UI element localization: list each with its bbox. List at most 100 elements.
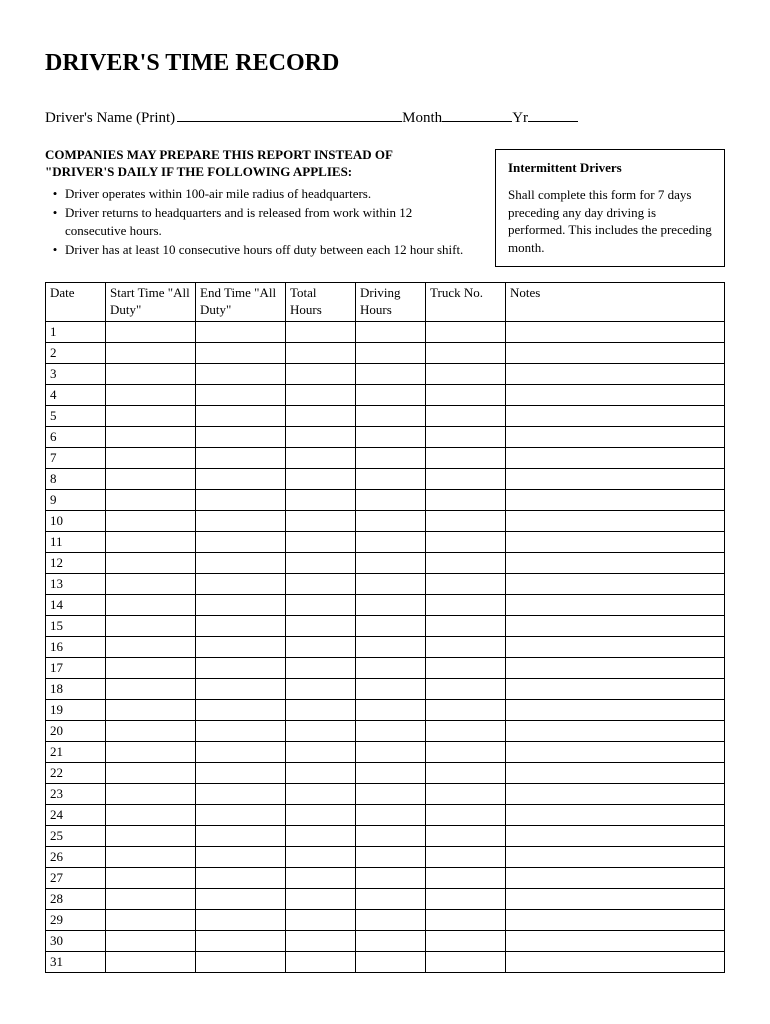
empty-cell[interactable] <box>356 825 426 846</box>
empty-cell[interactable] <box>196 846 286 867</box>
empty-cell[interactable] <box>286 741 356 762</box>
empty-cell[interactable] <box>356 468 426 489</box>
empty-cell[interactable] <box>426 636 506 657</box>
empty-cell[interactable] <box>196 426 286 447</box>
empty-cell[interactable] <box>196 447 286 468</box>
empty-cell[interactable] <box>196 636 286 657</box>
empty-cell[interactable] <box>286 678 356 699</box>
empty-cell[interactable] <box>426 615 506 636</box>
empty-cell[interactable] <box>356 447 426 468</box>
empty-cell[interactable] <box>106 678 196 699</box>
empty-cell[interactable] <box>286 489 356 510</box>
empty-cell[interactable] <box>426 804 506 825</box>
empty-cell[interactable] <box>286 636 356 657</box>
name-input-line[interactable] <box>177 107 402 122</box>
empty-cell[interactable] <box>506 468 725 489</box>
empty-cell[interactable] <box>106 321 196 342</box>
empty-cell[interactable] <box>106 909 196 930</box>
empty-cell[interactable] <box>356 678 426 699</box>
empty-cell[interactable] <box>286 699 356 720</box>
empty-cell[interactable] <box>286 342 356 363</box>
empty-cell[interactable] <box>286 384 356 405</box>
empty-cell[interactable] <box>286 846 356 867</box>
empty-cell[interactable] <box>196 552 286 573</box>
empty-cell[interactable] <box>196 657 286 678</box>
empty-cell[interactable] <box>506 636 725 657</box>
empty-cell[interactable] <box>196 930 286 951</box>
empty-cell[interactable] <box>356 531 426 552</box>
empty-cell[interactable] <box>196 489 286 510</box>
empty-cell[interactable] <box>426 489 506 510</box>
empty-cell[interactable] <box>356 405 426 426</box>
empty-cell[interactable] <box>196 615 286 636</box>
empty-cell[interactable] <box>426 552 506 573</box>
empty-cell[interactable] <box>506 363 725 384</box>
empty-cell[interactable] <box>506 657 725 678</box>
empty-cell[interactable] <box>106 510 196 531</box>
empty-cell[interactable] <box>506 384 725 405</box>
empty-cell[interactable] <box>356 867 426 888</box>
empty-cell[interactable] <box>196 951 286 972</box>
empty-cell[interactable] <box>106 363 196 384</box>
empty-cell[interactable] <box>196 363 286 384</box>
empty-cell[interactable] <box>506 762 725 783</box>
empty-cell[interactable] <box>286 867 356 888</box>
empty-cell[interactable] <box>506 699 725 720</box>
empty-cell[interactable] <box>356 636 426 657</box>
empty-cell[interactable] <box>196 762 286 783</box>
empty-cell[interactable] <box>426 426 506 447</box>
empty-cell[interactable] <box>356 804 426 825</box>
empty-cell[interactable] <box>286 951 356 972</box>
empty-cell[interactable] <box>356 384 426 405</box>
empty-cell[interactable] <box>286 426 356 447</box>
empty-cell[interactable] <box>196 468 286 489</box>
empty-cell[interactable] <box>106 741 196 762</box>
empty-cell[interactable] <box>286 447 356 468</box>
empty-cell[interactable] <box>506 783 725 804</box>
empty-cell[interactable] <box>196 384 286 405</box>
empty-cell[interactable] <box>106 426 196 447</box>
empty-cell[interactable] <box>426 762 506 783</box>
month-input-line[interactable] <box>442 107 512 122</box>
empty-cell[interactable] <box>426 594 506 615</box>
empty-cell[interactable] <box>106 762 196 783</box>
empty-cell[interactable] <box>286 615 356 636</box>
empty-cell[interactable] <box>286 405 356 426</box>
empty-cell[interactable] <box>506 405 725 426</box>
empty-cell[interactable] <box>356 657 426 678</box>
empty-cell[interactable] <box>106 699 196 720</box>
empty-cell[interactable] <box>286 783 356 804</box>
empty-cell[interactable] <box>506 825 725 846</box>
empty-cell[interactable] <box>286 657 356 678</box>
empty-cell[interactable] <box>106 594 196 615</box>
empty-cell[interactable] <box>106 384 196 405</box>
empty-cell[interactable] <box>506 909 725 930</box>
empty-cell[interactable] <box>106 846 196 867</box>
empty-cell[interactable] <box>106 888 196 909</box>
empty-cell[interactable] <box>426 783 506 804</box>
empty-cell[interactable] <box>356 321 426 342</box>
empty-cell[interactable] <box>426 384 506 405</box>
empty-cell[interactable] <box>356 573 426 594</box>
empty-cell[interactable] <box>506 867 725 888</box>
empty-cell[interactable] <box>106 930 196 951</box>
year-input-line[interactable] <box>528 107 578 122</box>
empty-cell[interactable] <box>426 741 506 762</box>
empty-cell[interactable] <box>426 888 506 909</box>
empty-cell[interactable] <box>426 825 506 846</box>
empty-cell[interactable] <box>106 867 196 888</box>
empty-cell[interactable] <box>506 720 725 741</box>
empty-cell[interactable] <box>356 552 426 573</box>
empty-cell[interactable] <box>106 783 196 804</box>
empty-cell[interactable] <box>506 489 725 510</box>
empty-cell[interactable] <box>506 594 725 615</box>
empty-cell[interactable] <box>426 930 506 951</box>
empty-cell[interactable] <box>506 510 725 531</box>
empty-cell[interactable] <box>506 846 725 867</box>
empty-cell[interactable] <box>196 531 286 552</box>
empty-cell[interactable] <box>286 510 356 531</box>
empty-cell[interactable] <box>286 888 356 909</box>
empty-cell[interactable] <box>356 426 426 447</box>
empty-cell[interactable] <box>506 615 725 636</box>
empty-cell[interactable] <box>286 804 356 825</box>
